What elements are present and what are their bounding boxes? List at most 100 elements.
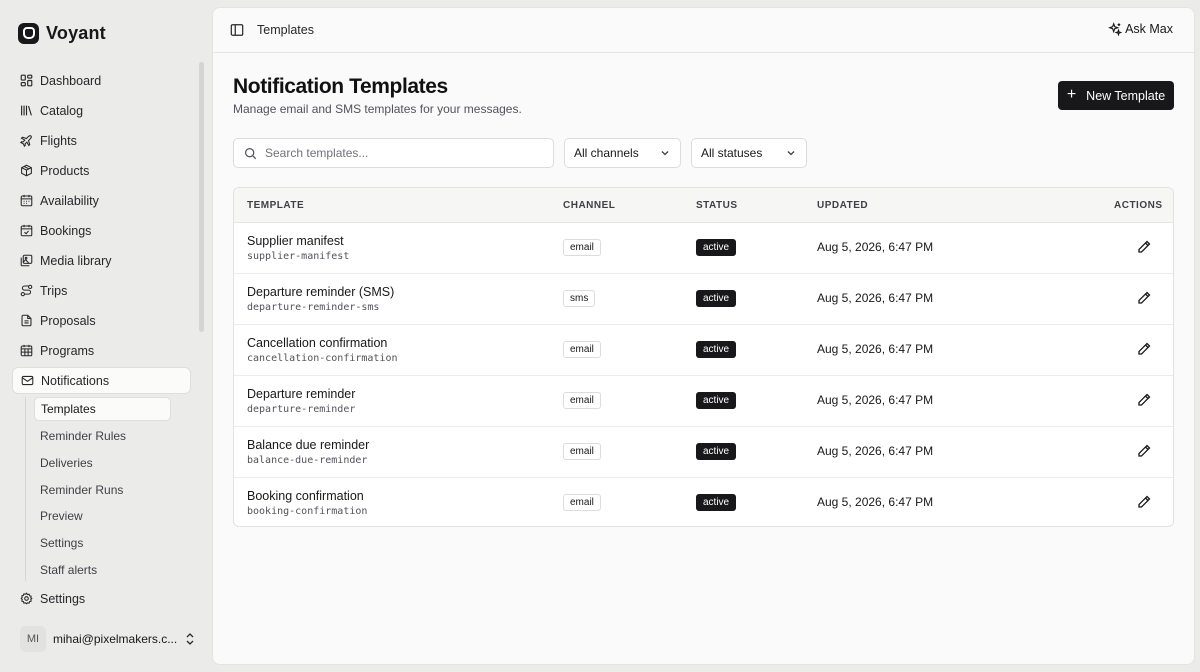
table-row[interactable]: Cancellation confirmation cancellation-c… [234, 325, 1173, 376]
sidebar-item-catalog[interactable]: Catalog [12, 97, 191, 124]
status-badge: active [696, 443, 737, 460]
sidebar-scrollbar[interactable] [199, 62, 204, 332]
pencil-icon[interactable] [1136, 443, 1152, 459]
channel-select[interactable]: All channels [564, 138, 681, 168]
sidebar-toggle-icon[interactable] [230, 23, 244, 37]
updated-at: Aug 5, 2026, 6:47 PM [817, 393, 934, 407]
updated-at: Aug 5, 2026, 6:47 PM [817, 342, 934, 356]
sidebar-item-products[interactable]: Products [12, 157, 191, 184]
column-header-status[interactable]: STATUS [696, 200, 738, 211]
sidebar-item-programs[interactable]: Programs [12, 337, 191, 364]
subnav-item-staff-alerts[interactable]: Staff alerts [34, 558, 171, 582]
page-subtitle: Manage email and SMS templates for your … [233, 102, 522, 116]
sidebar-item-label: Trips [40, 283, 68, 298]
updated-at: Aug 5, 2026, 6:47 PM [817, 240, 934, 254]
gear-icon [20, 592, 33, 605]
calendar-check-icon [20, 224, 33, 237]
mail-icon [21, 375, 34, 386]
channel-select-value: All channels [574, 146, 639, 160]
sidebar-item-label: Programs [40, 343, 95, 358]
sidebar-item-bookings[interactable]: Bookings [12, 217, 191, 244]
chevrons-up-down-icon [186, 633, 194, 645]
breadcrumb[interactable]: Templates [257, 23, 314, 37]
search-input[interactable] [265, 146, 535, 160]
table-row[interactable]: Balance due reminder balance-due-reminde… [234, 427, 1173, 478]
subnav-item-templates[interactable]: Templates [34, 397, 171, 421]
template-name: Supplier manifest [247, 234, 344, 248]
sidebar-item-proposals[interactable]: Proposals [12, 307, 191, 334]
template-key: balance-due-reminder [247, 455, 368, 466]
sidebar-item-label: Bookings [40, 223, 92, 238]
search-box [233, 138, 554, 168]
sidebar-item-dashboard[interactable]: Dashboard [12, 67, 191, 94]
images-icon [20, 254, 33, 267]
main-panel: Templates Ask Max Notification Templates… [212, 7, 1195, 665]
sidebar-item-label: Availability [40, 193, 99, 208]
status-select-value: All statuses [701, 146, 763, 160]
subnav-item-reminder-runs[interactable]: Reminder Runs [34, 478, 171, 502]
updated-at: Aug 5, 2026, 6:47 PM [817, 291, 934, 305]
pencil-icon[interactable] [1136, 494, 1152, 510]
status-badge: active [696, 341, 737, 358]
sidebar-item-availability[interactable]: Availability [12, 187, 191, 214]
status-badge: active [696, 290, 737, 307]
pencil-icon[interactable] [1136, 290, 1152, 306]
status-badge: active [696, 494, 737, 511]
column-header-updated[interactable]: UPDATED [817, 200, 868, 211]
subnav-item-preview[interactable]: Preview [34, 504, 171, 528]
template-key: departure-reminder-sms [247, 302, 380, 313]
calendar-grid-icon [20, 344, 33, 357]
sidebar-item-label: Flights [40, 133, 77, 148]
sidebar-item-notifications[interactable]: Notifications [12, 367, 191, 394]
channel-badge: email [563, 443, 601, 460]
user-email: mihai@pixelmakers.c... [53, 632, 178, 646]
sidebar-item-flights[interactable]: Flights [12, 127, 191, 154]
route-icon [20, 284, 33, 297]
pencil-icon[interactable] [1136, 341, 1152, 357]
pencil-icon[interactable] [1136, 392, 1152, 408]
library-icon [21, 105, 32, 116]
search-icon [245, 147, 257, 159]
sidebar-item-label: Media library [40, 253, 112, 268]
table-row[interactable]: Departure reminder departure-reminder em… [234, 376, 1173, 427]
template-name: Booking confirmation [247, 489, 364, 503]
brand-name: Voyant [46, 22, 106, 43]
new-template-button[interactable]: + New Template [1058, 81, 1174, 110]
table-row[interactable]: Booking confirmation booking-confirmatio… [234, 478, 1173, 526]
sidebar-item-label: Notifications [41, 373, 110, 388]
template-name: Cancellation confirmation [247, 336, 388, 350]
sidebar-item-trips[interactable]: Trips [12, 277, 191, 304]
updated-at: Aug 5, 2026, 6:47 PM [817, 444, 934, 458]
table-header: TEMPLATE CHANNEL STATUS UPDATED ACTIONS [234, 188, 1173, 223]
sidebar: Voyant Dashboard Catalog Flights Product… [0, 0, 206, 672]
channel-badge: sms [563, 290, 596, 307]
pencil-icon[interactable] [1136, 239, 1152, 255]
status-badge: active [696, 392, 737, 409]
template-name: Departure reminder (SMS) [247, 285, 395, 299]
sidebar-item-label: Dashboard [40, 73, 102, 88]
updated-at: Aug 5, 2026, 6:47 PM [817, 495, 934, 509]
table-row[interactable]: Supplier manifest supplier-manifest emai… [234, 223, 1173, 274]
status-select[interactable]: All statuses [691, 138, 807, 168]
column-header-channel[interactable]: CHANNEL [563, 200, 615, 211]
channel-badge: email [563, 239, 601, 256]
brand[interactable]: Voyant [18, 21, 106, 45]
subnav-item-deliveries[interactable]: Deliveries [34, 451, 171, 475]
column-header-template[interactable]: TEMPLATE [247, 200, 304, 211]
column-header-actions: ACTIONS [1114, 200, 1163, 211]
template-name: Balance due reminder [247, 438, 370, 452]
ask-max-button[interactable]: Ask Max [1108, 22, 1173, 36]
table-row[interactable]: Departure reminder (SMS) departure-remin… [234, 274, 1173, 325]
plus-icon: + [1066, 86, 1077, 103]
sidebar-item-media-library[interactable]: Media library [12, 247, 191, 274]
status-badge: active [696, 239, 737, 256]
subnav-item-settings[interactable]: Settings [34, 531, 171, 555]
sidebar-item-label: Catalog [40, 103, 84, 118]
subnav-item-reminder-rules[interactable]: Reminder Rules [34, 424, 171, 448]
plane-icon [20, 135, 32, 147]
chevron-down-icon [661, 151, 669, 156]
page-title: Notification Templates [233, 75, 448, 98]
user-menu[interactable]: MI mihai@pixelmakers.c... [20, 626, 196, 652]
sidebar-item-settings[interactable]: Settings [12, 585, 191, 612]
sidebar-item-label: Products [40, 163, 90, 178]
